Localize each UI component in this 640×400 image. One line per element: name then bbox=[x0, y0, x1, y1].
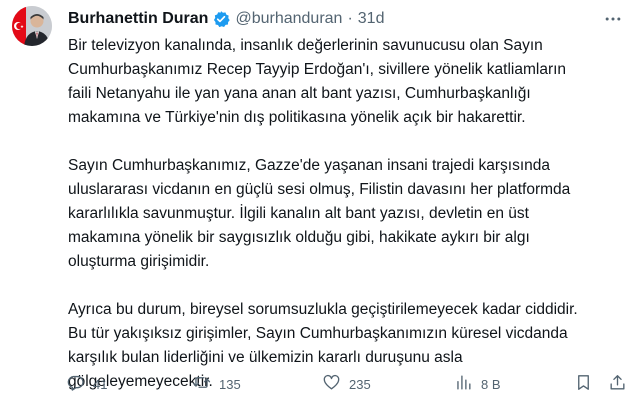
avatar-image bbox=[12, 6, 52, 46]
more-options-icon[interactable] bbox=[602, 8, 624, 30]
repost-button[interactable]: 135 bbox=[192, 372, 241, 396]
like-count: 235 bbox=[349, 376, 371, 392]
bookmark-button[interactable] bbox=[574, 372, 593, 396]
tweet[interactable]: Burhanettin Duran @burhanduran · 31d Bir… bbox=[0, 0, 640, 400]
tweet-paragraph: Bir televizyon kanalında, insanlık değer… bbox=[68, 37, 567, 126]
views-chart-icon bbox=[454, 373, 473, 395]
views-count: 8 B bbox=[481, 376, 501, 392]
tweet-text: Bir televizyon kanalında, insanlık değer… bbox=[68, 34, 628, 394]
repost-icon bbox=[192, 373, 211, 395]
verified-badge-icon bbox=[212, 10, 231, 28]
tweet-timestamp[interactable]: 31d bbox=[358, 10, 385, 28]
avatar[interactable] bbox=[12, 6, 52, 46]
share-icon bbox=[608, 373, 627, 395]
author-handle[interactable]: @burhanduran bbox=[235, 10, 342, 28]
reply-icon bbox=[66, 373, 85, 395]
share-button[interactable] bbox=[608, 372, 627, 396]
repost-count: 135 bbox=[219, 376, 241, 392]
views-button[interactable]: 8 B bbox=[454, 372, 501, 396]
author-name[interactable]: Burhanettin Duran bbox=[68, 10, 208, 28]
tweet-header: Burhanettin Duran @burhanduran · 31d bbox=[68, 8, 384, 30]
reply-count: 41 bbox=[93, 376, 108, 392]
tweet-action-bar: 41 135 235 8 B bbox=[60, 372, 632, 396]
reply-button[interactable]: 41 bbox=[66, 372, 107, 396]
like-button[interactable]: 235 bbox=[322, 372, 371, 396]
tweet-paragraph: Sayın Cumhurbaşkanımız, Gazze'de yaşanan… bbox=[68, 157, 571, 270]
header-separator: · bbox=[347, 10, 353, 27]
bookmark-icon bbox=[574, 373, 593, 395]
heart-icon bbox=[322, 373, 341, 395]
